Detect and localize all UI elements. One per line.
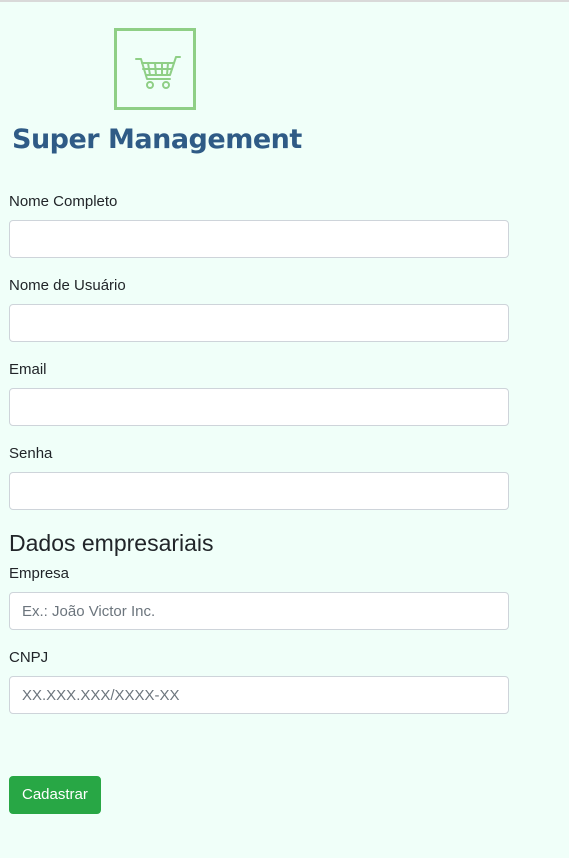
email-group: Email [9,360,509,426]
full-name-label: Nome Completo [9,193,118,210]
business-section-title: Dados empresariais [9,530,214,556]
company-group: Empresa [9,564,509,630]
cnpj-group: CNPJ [9,648,509,714]
app-logo: Super Management [10,24,310,164]
password-input[interactable] [9,472,509,510]
logo-title: Super Management [12,124,302,155]
username-group: Nome de Usuário [9,276,509,342]
register-button[interactable]: Cadastrar [9,776,101,814]
full-name-input[interactable] [9,220,509,258]
shopping-cart-icon [135,56,181,89]
password-label: Senha [9,445,53,462]
full-name-group: Nome Completo [9,192,509,258]
company-input[interactable] [9,592,509,630]
company-label: Empresa [9,565,70,582]
username-label: Nome de Usuário [9,277,126,294]
email-label: Email [9,361,47,378]
username-input[interactable] [9,304,509,342]
cnpj-label: CNPJ [9,649,49,666]
signup-form: Nome Completo Nome de Usuário Email Senh… [9,192,509,814]
logo-frame [114,28,196,110]
password-group: Senha [9,444,509,510]
cnpj-input[interactable] [9,676,509,714]
email-input[interactable] [9,388,509,426]
